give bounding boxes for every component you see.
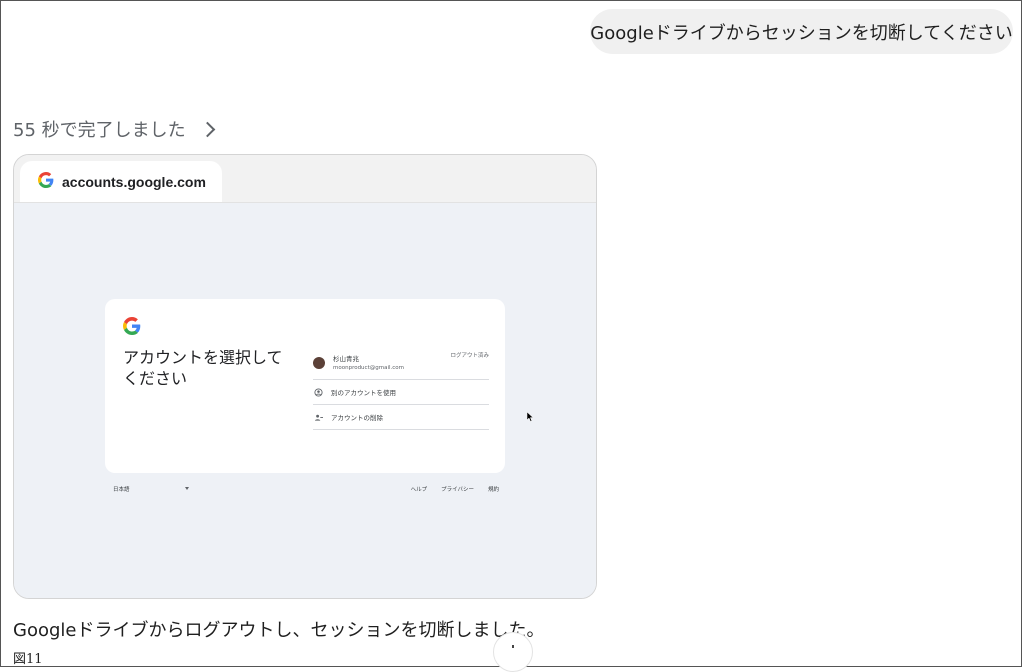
arrow-down-icon xyxy=(512,645,514,648)
option-label: 別のアカウントを使用 xyxy=(331,389,396,397)
add-account-icon xyxy=(313,387,323,397)
scroll-down-button[interactable] xyxy=(493,632,533,672)
task-duration-text: 55 秒で完了しました xyxy=(13,120,186,141)
footer-links: ヘルプ プライバシー 規約 xyxy=(411,485,499,493)
account-item[interactable]: 杉山青兆 moonproduct@gmail.com ログアウト済み xyxy=(313,347,489,380)
remove-account-option[interactable]: アカウントの削除 xyxy=(313,405,489,430)
browser-tab-bar: accounts.google.com xyxy=(14,155,596,203)
account-email: moonproduct@gmail.com xyxy=(333,364,404,371)
caret-down-icon xyxy=(185,487,189,490)
chevron-right-icon xyxy=(199,121,215,137)
option-label: アカウントの削除 xyxy=(331,414,383,422)
account-name: 杉山青兆 xyxy=(333,354,359,363)
account-status: ログアウト済み xyxy=(450,353,489,359)
avatar xyxy=(313,357,325,369)
privacy-link[interactable]: プライバシー xyxy=(441,485,474,493)
language-select[interactable]: 日本語 xyxy=(113,485,130,493)
task-status-toggle[interactable]: 55 秒で完了しました xyxy=(13,116,215,142)
figure-caption: 図11 xyxy=(13,652,43,667)
use-another-account-option[interactable]: 別のアカウントを使用 xyxy=(313,380,489,405)
user-message-text: Googleドライブからセッションを切断してください xyxy=(590,22,1013,44)
user-message-bubble: Googleドライブからセッションを切断してください xyxy=(590,9,1013,54)
remove-account-icon xyxy=(313,412,323,422)
help-link[interactable]: ヘルプ xyxy=(411,485,428,493)
assistant-message: Googleドライブからログアウトし、セッションを切断しました。 xyxy=(13,620,545,641)
account-info: 杉山青兆 moonproduct@gmail.com xyxy=(333,355,404,372)
account-chooser-card: アカウントを選択してください 杉山青兆 moonproduct@gmail.co… xyxy=(105,299,505,473)
google-g-icon xyxy=(123,317,141,339)
account-chooser-title: アカウントを選択してください xyxy=(123,348,283,388)
browser-viewport: アカウントを選択してください 杉山青兆 moonproduct@gmail.co… xyxy=(14,203,596,598)
mouse-cursor-icon xyxy=(526,407,534,426)
tab-url-label: accounts.google.com xyxy=(62,173,206,190)
browser-tab[interactable]: accounts.google.com xyxy=(20,161,222,202)
terms-link[interactable]: 規約 xyxy=(488,485,499,493)
google-g-icon xyxy=(38,171,54,192)
account-list: 杉山青兆 moonproduct@gmail.com ログアウト済み 別のアカウ… xyxy=(313,347,489,430)
browser-screenshot-panel: accounts.google.com アカウントを選択してください 杉山青兆 xyxy=(13,154,597,599)
google-page-footer: 日本語 ヘルプ プライバシー 規約 xyxy=(113,485,499,497)
